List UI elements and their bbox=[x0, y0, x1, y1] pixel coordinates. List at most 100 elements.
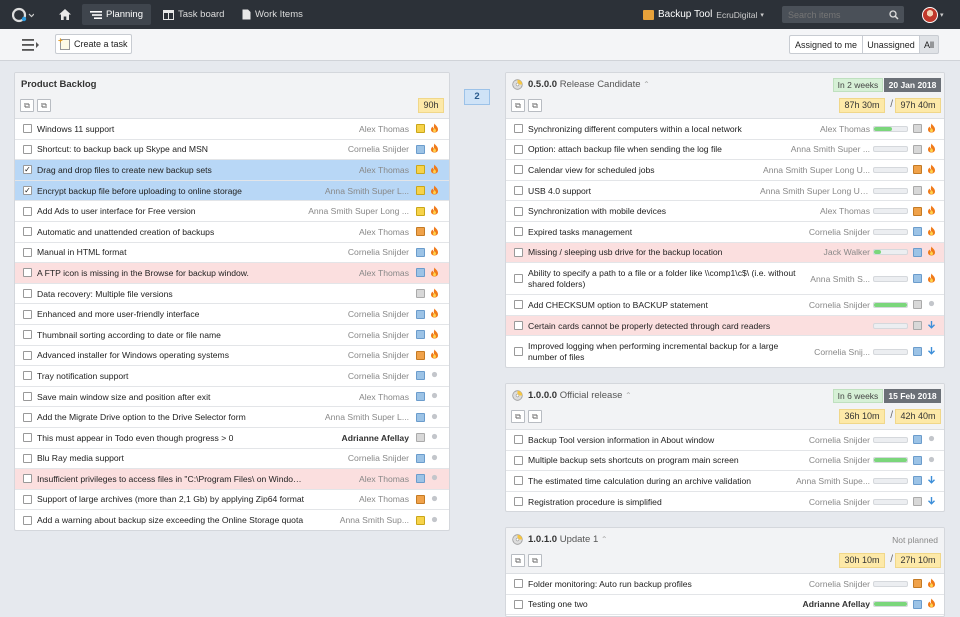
search-icon[interactable] bbox=[889, 9, 899, 20]
row-checkbox[interactable] bbox=[514, 165, 523, 175]
release-task-row[interactable]: Add CHECKSUM option to BACKUP statement … bbox=[506, 295, 944, 316]
row-checkbox[interactable] bbox=[23, 392, 32, 402]
release-task-row[interactable]: Synchronizing different computers within… bbox=[506, 119, 944, 140]
row-checkbox[interactable]: ✓ bbox=[23, 186, 32, 196]
item-title[interactable]: Shortcut: to backup back up Skype and MS… bbox=[37, 144, 307, 154]
home-button[interactable] bbox=[58, 0, 72, 29]
backlog-row[interactable]: Automatic and unattended creation of bac… bbox=[15, 222, 449, 243]
item-title[interactable]: Advanced installer for Windows operating… bbox=[37, 350, 307, 360]
backlog-row[interactable]: ✓ Encrypt backup file before uploading to… bbox=[15, 180, 449, 202]
item-title[interactable]: Blu Ray media support bbox=[37, 453, 307, 463]
expand-all-icon[interactable]: ⧉ bbox=[511, 554, 525, 567]
item-title[interactable]: Tray notification support bbox=[37, 371, 307, 381]
row-checkbox[interactable] bbox=[23, 124, 32, 134]
item-title[interactable]: Add Ads to user interface for Free versi… bbox=[37, 206, 307, 216]
row-checkbox[interactable] bbox=[23, 371, 32, 381]
release-task-row[interactable]: Certain cards cannot be properly detecte… bbox=[506, 315, 944, 337]
row-checkbox[interactable] bbox=[23, 227, 32, 237]
row-checkbox[interactable] bbox=[23, 453, 32, 463]
nav-work-items[interactable]: Work Items bbox=[242, 0, 303, 29]
backlog-row[interactable]: Advanced installer for Windows operating… bbox=[15, 346, 449, 367]
item-title[interactable]: Windows 11 support bbox=[37, 124, 307, 134]
app-logo-menu[interactable] bbox=[12, 0, 34, 29]
row-checkbox[interactable] bbox=[23, 330, 32, 340]
backlog-row[interactable]: Save main window size and position after… bbox=[15, 387, 449, 408]
row-checkbox[interactable] bbox=[514, 300, 523, 310]
backlog-row[interactable]: Thumbnail sorting according to date or f… bbox=[15, 325, 449, 346]
filter-all[interactable]: All bbox=[920, 35, 939, 54]
collapse-all-icon[interactable]: ⧉ bbox=[528, 99, 542, 112]
release-task-row[interactable]: Ability to specify a path to a file or a… bbox=[506, 263, 944, 296]
item-title[interactable]: Manual in HTML format bbox=[37, 247, 307, 257]
expand-all-icon[interactable]: ⧉ bbox=[511, 99, 525, 112]
row-checkbox[interactable] bbox=[514, 599, 523, 609]
release-task-row[interactable]: Expired tasks management Cornelia Snijde… bbox=[506, 222, 944, 243]
release-task-row[interactable]: Synchronization with mobile devices Alex… bbox=[506, 201, 944, 222]
item-title[interactable]: Insufficient privileges to access files … bbox=[37, 474, 307, 484]
backlog-row[interactable]: A FTP icon is missing in the Browse for … bbox=[15, 263, 449, 284]
release-task-row[interactable]: Testing one two Adrianne Afellay bbox=[506, 595, 944, 616]
item-title[interactable]: Data recovery: Multiple file versions bbox=[37, 289, 307, 299]
row-checkbox[interactable] bbox=[514, 124, 523, 134]
row-checkbox[interactable] bbox=[23, 206, 32, 216]
backlog-row[interactable]: Insufficient privileges to access files … bbox=[15, 469, 449, 490]
release-task-row[interactable]: Folder monitoring: Auto run backup profi… bbox=[506, 574, 944, 595]
item-title[interactable]: Encrypt backup file before uploading to … bbox=[37, 186, 307, 196]
backlog-row[interactable]: Add the Migrate Drive option to the Driv… bbox=[15, 407, 449, 428]
item-title[interactable]: Drag and drop files to create new backup… bbox=[37, 165, 307, 175]
item-title[interactable]: Automatic and unattended creation of bac… bbox=[37, 227, 307, 237]
release-title[interactable]: 1.0.1.0 Update 1 ⌃ bbox=[528, 534, 608, 545]
backlog-row[interactable]: Windows 11 support Alex Thomas bbox=[15, 119, 449, 140]
item-title[interactable]: Thumbnail sorting according to date or f… bbox=[37, 330, 307, 340]
collapse-all-icon[interactable]: ⧉ bbox=[528, 410, 542, 423]
release-task-row[interactable]: Option: attach backup file when sending … bbox=[506, 140, 944, 161]
expand-all-icon[interactable]: ⧉ bbox=[20, 99, 34, 112]
user-menu[interactable]: ▾ bbox=[922, 0, 944, 29]
release-task-row[interactable]: USB 4.0 support Anna Smith Super Long Us… bbox=[506, 181, 944, 202]
item-title[interactable]: Certain cards cannot be properly detecte… bbox=[528, 321, 828, 331]
selection-counter[interactable]: 2 bbox=[464, 89, 490, 105]
row-checkbox[interactable] bbox=[23, 433, 32, 443]
row-checkbox[interactable] bbox=[23, 494, 32, 504]
item-title[interactable]: Save main window size and position after… bbox=[37, 392, 307, 402]
release-task-row[interactable]: Multiple backup sets shortcuts on progra… bbox=[506, 451, 944, 472]
menu-toggle-button[interactable] bbox=[22, 39, 40, 51]
item-title[interactable]: Enhanced and more user-friendly interfac… bbox=[37, 309, 307, 319]
project-selector[interactable]: Backup Tool EcruDigital ▾ bbox=[643, 0, 764, 29]
backlog-row[interactable]: Add a warning about backup size exceedin… bbox=[15, 510, 449, 530]
backlog-row[interactable]: Shortcut: to backup back up Skype and MS… bbox=[15, 140, 449, 161]
item-title[interactable]: A FTP icon is missing in the Browse for … bbox=[37, 268, 307, 278]
release-task-row[interactable]: The estimated time calculation during an… bbox=[506, 471, 944, 492]
release-task-row[interactable]: Registration procedure is simplified Cor… bbox=[506, 492, 944, 512]
row-checkbox[interactable] bbox=[23, 474, 32, 484]
item-title[interactable]: Support of large archives (more than 2,1… bbox=[37, 494, 307, 504]
row-checkbox[interactable] bbox=[514, 455, 523, 465]
row-checkbox[interactable] bbox=[514, 321, 523, 331]
filter-unassigned[interactable]: Unassigned bbox=[863, 35, 920, 54]
row-checkbox[interactable] bbox=[514, 186, 523, 196]
row-checkbox[interactable] bbox=[23, 515, 32, 525]
row-checkbox[interactable] bbox=[514, 476, 523, 486]
release-title[interactable]: 1.0.0.0 Official release ⌃ bbox=[528, 390, 632, 401]
expand-all-icon[interactable]: ⧉ bbox=[511, 410, 525, 423]
row-checkbox[interactable] bbox=[23, 247, 32, 257]
create-task-button[interactable]: + Create a task bbox=[55, 34, 132, 54]
collapse-all-icon[interactable]: ⧉ bbox=[37, 99, 51, 112]
row-checkbox[interactable] bbox=[514, 227, 523, 237]
row-checkbox[interactable] bbox=[23, 309, 32, 319]
backlog-row[interactable]: Manual in HTML format Cornelia Snijder bbox=[15, 243, 449, 264]
nav-task-board[interactable]: Task board bbox=[163, 0, 224, 29]
row-checkbox[interactable] bbox=[23, 350, 32, 360]
backlog-row[interactable]: Enhanced and more user-friendly interfac… bbox=[15, 304, 449, 325]
item-title[interactable]: This must appear in Todo even though pro… bbox=[37, 433, 307, 443]
backlog-row[interactable]: This must appear in Todo even though pro… bbox=[15, 428, 449, 449]
row-checkbox[interactable] bbox=[514, 579, 523, 589]
backlog-row[interactable]: Data recovery: Multiple file versions bbox=[15, 284, 449, 305]
release-task-row[interactable]: Improved logging when performing increme… bbox=[506, 336, 944, 368]
nav-planning[interactable]: Planning bbox=[82, 4, 151, 25]
row-checkbox[interactable] bbox=[514, 206, 523, 216]
backlog-row[interactable]: Tray notification support Cornelia Snijde… bbox=[15, 366, 449, 387]
item-title[interactable]: Add the Migrate Drive option to the Driv… bbox=[37, 412, 307, 422]
backlog-row[interactable]: Add Ads to user interface for Free versi… bbox=[15, 201, 449, 222]
item-title[interactable]: Add a warning about backup size exceedin… bbox=[37, 515, 307, 525]
